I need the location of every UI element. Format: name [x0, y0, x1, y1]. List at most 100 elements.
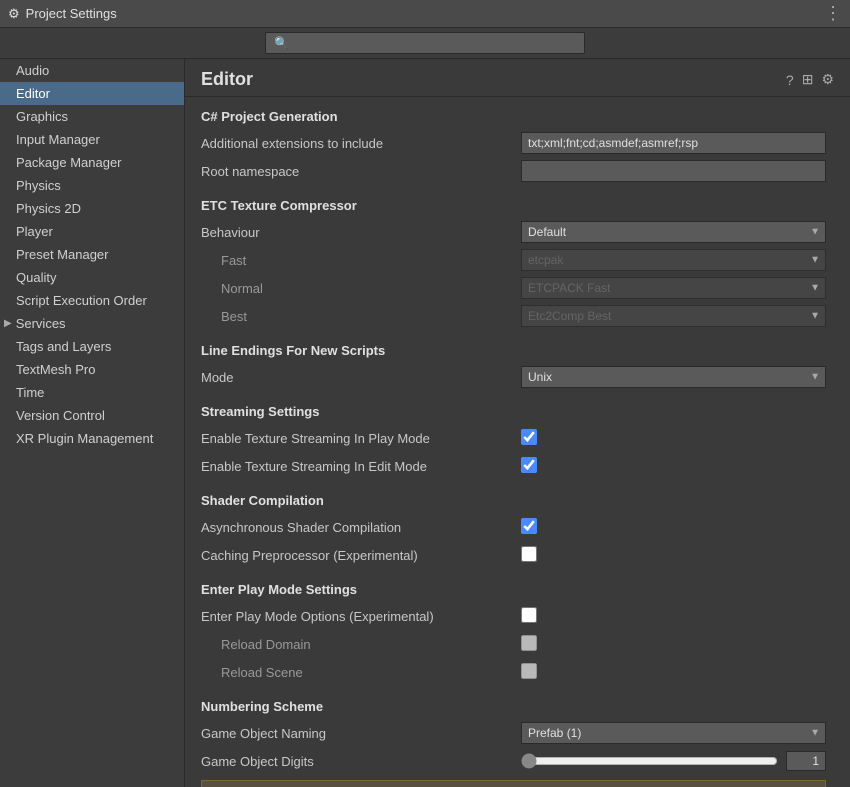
- header-icons: ? ⊞ ⚙: [786, 71, 834, 88]
- search-input[interactable]: [265, 32, 585, 54]
- sidebar-item-label: XR Plugin Management: [16, 431, 153, 446]
- normal-select-wrapper: ETCPACK Fast ▼: [521, 277, 826, 299]
- sidebar-item-quality[interactable]: Quality: [0, 266, 184, 289]
- sidebar-item-audio[interactable]: Audio: [0, 59, 184, 82]
- best-row: Best Etc2Comp Best ▼: [201, 305, 826, 327]
- sidebar-item-textmesh-pro[interactable]: TextMesh Pro: [0, 358, 184, 381]
- best-select[interactable]: Etc2Comp Best: [521, 305, 826, 327]
- sidebar-item-label: TextMesh Pro: [16, 362, 95, 377]
- sidebar-item-xr-plugin-management[interactable]: XR Plugin Management: [0, 427, 184, 450]
- sidebar-item-label: Services: [16, 316, 66, 331]
- sidebar-item-label: Quality: [16, 270, 56, 285]
- settings-icon[interactable]: ⚙: [821, 71, 834, 88]
- enable-play-mode-checkbox[interactable]: [521, 429, 537, 445]
- sidebar-item-tags-and-layers[interactable]: Tags and Layers: [0, 335, 184, 358]
- enable-play-mode-label: Enable Texture Streaming In Play Mode: [201, 431, 521, 446]
- sidebar: Audio Editor Graphics Input Manager Pack…: [0, 59, 185, 787]
- shader-section-header: Shader Compilation: [201, 493, 826, 508]
- sidebar-item-physics[interactable]: Physics: [0, 174, 184, 197]
- mode-select[interactable]: Unix: [521, 366, 826, 388]
- game-object-digits-slider[interactable]: [521, 753, 778, 769]
- enable-edit-mode-checkbox[interactable]: [521, 457, 537, 473]
- content-header: Editor ? ⊞ ⚙: [185, 59, 850, 97]
- reload-scene-checkbox-wrapper: [521, 663, 826, 682]
- game-object-naming-select[interactable]: Prefab (1): [521, 722, 826, 744]
- sidebar-item-services[interactable]: ▶ Services: [0, 312, 184, 335]
- behaviour-label: Behaviour: [201, 225, 521, 240]
- sidebar-item-label: Time: [16, 385, 44, 400]
- window-title: Project Settings: [26, 6, 824, 21]
- behaviour-select-wrapper: Default ▼: [521, 221, 826, 243]
- etc-section-header: ETC Texture Compressor: [201, 198, 826, 213]
- fast-label: Fast: [201, 253, 521, 268]
- reload-domain-checkbox[interactable]: [521, 635, 537, 651]
- async-shader-label: Asynchronous Shader Compilation: [201, 520, 521, 535]
- search-bar: [0, 28, 850, 59]
- sidebar-item-label: Tags and Layers: [16, 339, 111, 354]
- sidebar-item-editor[interactable]: Editor: [0, 82, 184, 105]
- normal-row: Normal ETCPACK Fast ▼: [201, 277, 826, 299]
- enable-edit-mode-label: Enable Texture Streaming In Edit Mode: [201, 459, 521, 474]
- sidebar-item-player[interactable]: Player: [0, 220, 184, 243]
- enable-play-mode-checkbox-wrapper: [521, 429, 826, 448]
- sidebar-item-physics-2d[interactable]: Physics 2D: [0, 197, 184, 220]
- reload-domain-checkbox-wrapper: [521, 635, 826, 654]
- reload-scene-label: Reload Scene: [201, 665, 521, 680]
- csharp-section-header: C# Project Generation: [201, 109, 826, 124]
- mode-select-wrapper: Unix ▼: [521, 366, 826, 388]
- fast-select-wrapper: etcpak ▼: [521, 249, 826, 271]
- sidebar-item-label: Script Execution Order: [16, 293, 147, 308]
- caching-preprocessor-checkbox-wrapper: [521, 546, 826, 565]
- additional-extensions-value: [521, 132, 826, 154]
- help-icon[interactable]: ?: [786, 72, 794, 88]
- game-object-naming-row: Game Object Naming Prefab (1) ▼: [201, 722, 826, 744]
- sidebar-item-preset-manager[interactable]: Preset Manager: [0, 243, 184, 266]
- settings-content: C# Project Generation Additional extensi…: [185, 97, 850, 787]
- caching-preprocessor-checkbox[interactable]: [521, 546, 537, 562]
- reload-domain-row: Reload Domain: [201, 633, 826, 655]
- main-layout: Audio Editor Graphics Input Manager Pack…: [0, 59, 850, 787]
- play-mode-section-header: Enter Play Mode Settings: [201, 582, 826, 597]
- sidebar-item-time[interactable]: Time: [0, 381, 184, 404]
- sidebar-item-script-execution-order[interactable]: Script Execution Order: [0, 289, 184, 312]
- numbering-section-header: Numbering Scheme: [201, 699, 826, 714]
- sidebar-item-label: Package Manager: [16, 155, 122, 170]
- game-object-naming-select-wrapper: Prefab (1) ▼: [521, 722, 826, 744]
- additional-extensions-label: Additional extensions to include: [201, 136, 521, 151]
- enable-edit-mode-checkbox-wrapper: [521, 457, 826, 476]
- best-select-wrapper: Etc2Comp Best ▼: [521, 305, 826, 327]
- caching-preprocessor-label: Caching Preprocessor (Experimental): [201, 548, 521, 563]
- sidebar-item-package-manager[interactable]: Package Manager: [0, 151, 184, 174]
- root-namespace-input[interactable]: [521, 160, 826, 182]
- play-mode-options-checkbox[interactable]: [521, 607, 537, 623]
- reload-scene-checkbox[interactable]: [521, 663, 537, 679]
- game-object-naming-label: Game Object Naming: [201, 726, 521, 741]
- game-object-digits-label: Game Object Digits: [201, 754, 521, 769]
- sidebar-item-graphics[interactable]: Graphics: [0, 105, 184, 128]
- game-object-digits-value[interactable]: [786, 751, 826, 771]
- arrow-icon: ▶: [4, 318, 12, 329]
- sidebar-item-label: Editor: [16, 86, 50, 101]
- behaviour-select[interactable]: Default: [521, 221, 826, 243]
- sidebar-item-version-control[interactable]: Version Control: [0, 404, 184, 427]
- sidebar-item-input-manager[interactable]: Input Manager: [0, 128, 184, 151]
- layout-icon[interactable]: ⊞: [802, 71, 814, 88]
- reload-domain-label: Reload Domain: [201, 637, 521, 652]
- async-shader-checkbox[interactable]: [521, 518, 537, 534]
- app-icon: ⚙: [8, 6, 20, 22]
- play-mode-options-checkbox-wrapper: [521, 607, 826, 626]
- menu-icon[interactable]: ⋮: [824, 3, 842, 24]
- sidebar-item-label: Graphics: [16, 109, 68, 124]
- reload-scene-row: Reload Scene: [201, 661, 826, 683]
- sidebar-item-label: Audio: [16, 63, 49, 78]
- game-object-digits-row: Game Object Digits: [201, 750, 826, 772]
- sidebar-item-label: Physics 2D: [16, 201, 81, 216]
- normal-select[interactable]: ETCPACK Fast: [521, 277, 826, 299]
- fast-select[interactable]: etcpak: [521, 249, 826, 271]
- best-label: Best: [201, 309, 521, 324]
- additional-extensions-input[interactable]: [521, 132, 826, 154]
- async-shader-row: Asynchronous Shader Compilation: [201, 516, 826, 538]
- root-namespace-value: [521, 160, 826, 182]
- behaviour-row: Behaviour Default ▼: [201, 221, 826, 243]
- mode-row: Mode Unix ▼: [201, 366, 826, 388]
